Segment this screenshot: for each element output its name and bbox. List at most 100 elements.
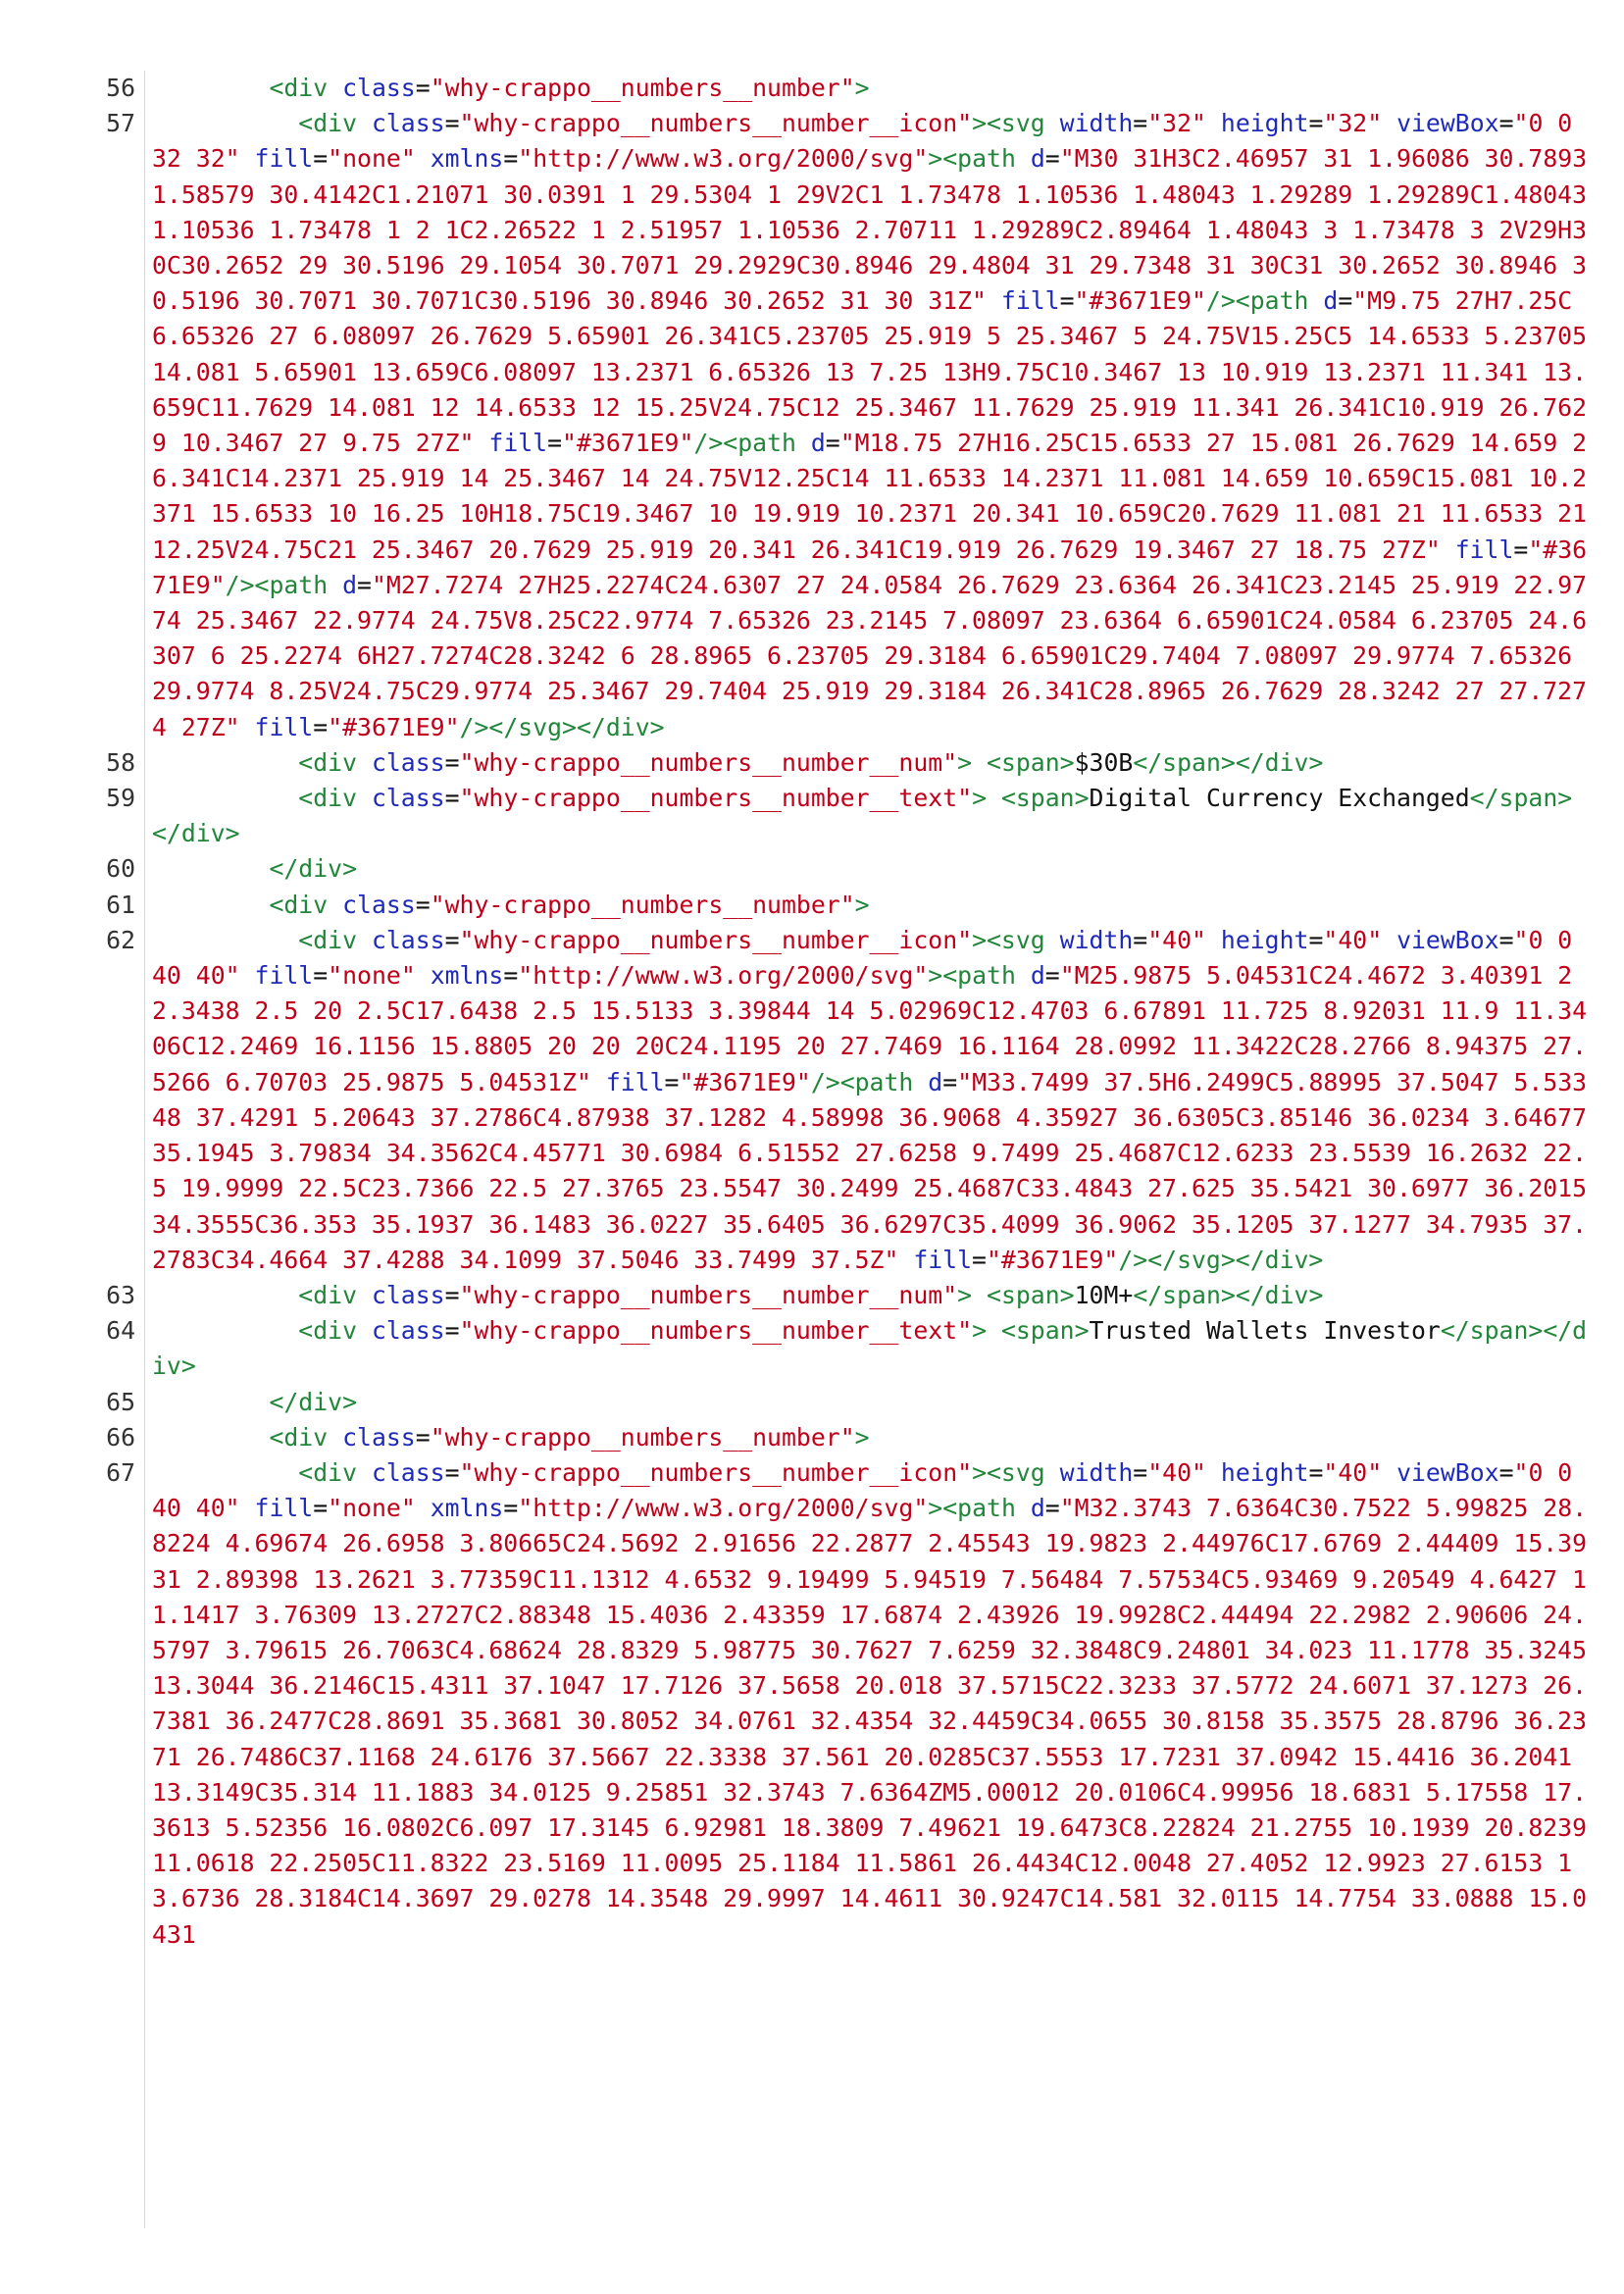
code-token: "why-crappo__numbers__number" (430, 74, 855, 102)
code-token: = (1308, 925, 1324, 954)
code-text: <div class="why-crappo__numbers__number_… (152, 781, 1594, 851)
code-token: ><path (928, 1494, 1031, 1523)
code-token: 10M+ (1074, 1280, 1134, 1309)
code-token: d (1323, 286, 1339, 316)
code-line: 58 <div class="why-crappo__numbers__numb… (0, 745, 1624, 781)
code-token: "40" (1147, 925, 1206, 954)
code-token: = (415, 890, 431, 919)
code-token: "none" (328, 961, 416, 991)
code-token: "M33.7499 37.5H6.2499C5.88995 37.5047 5.… (152, 1067, 1601, 1274)
code-token: $30B (1074, 747, 1134, 777)
code-token: = (503, 144, 519, 174)
code-token: Digital Currency Exchanged (1089, 784, 1470, 813)
code-token: width (1059, 925, 1134, 954)
code-token: class (371, 784, 445, 813)
code-token: class (371, 1316, 445, 1346)
line-number: 60 (106, 854, 135, 884)
code-token: class (342, 74, 416, 102)
code-text: <div class="why-crappo__numbers__number_… (152, 1455, 1594, 1953)
code-text: </div> (152, 1385, 1594, 1420)
code-token: <div (269, 1422, 343, 1452)
code-token: </div> (269, 854, 358, 884)
code-token: = (1308, 109, 1324, 138)
code-token: class (371, 925, 445, 954)
code-token: "#3671E9" (1074, 286, 1206, 316)
code-token: viewBox (1396, 109, 1499, 138)
code-token: height (1220, 109, 1309, 138)
code-token: = (1498, 109, 1514, 138)
code-text: <div class="why-crappo__numbers__number_… (152, 1278, 1594, 1313)
code-line: 67 <div class="why-crappo__numbers__numb… (0, 1455, 1624, 1953)
code-token: class (342, 1422, 416, 1452)
code-token: > (957, 1280, 973, 1309)
code-token: "M32.3743 7.6364C30.7522 5.99825 28.8224… (152, 1494, 1601, 1949)
code-token: d (1030, 1494, 1045, 1523)
code-token: "why-crappo__numbers__number__text" (459, 1316, 973, 1346)
code-token: = (444, 109, 460, 138)
code-token: > (854, 890, 870, 919)
code-token: <span> (1000, 784, 1090, 813)
code-token: = (825, 429, 840, 458)
line-number: 59 (106, 784, 135, 813)
code-token: /><path (810, 1067, 929, 1096)
code-token: /><path (693, 429, 811, 458)
code-token: class (371, 747, 445, 777)
code-token: xmlns (430, 961, 504, 991)
code-token: <div (298, 784, 372, 813)
code-token: <div (269, 890, 343, 919)
code-token: fill (1454, 535, 1514, 564)
code-token: = (1133, 1457, 1148, 1487)
code-token: d (928, 1067, 943, 1096)
code-text: <div class="why-crappo__numbers__number"… (152, 71, 1594, 106)
code-token: "http://www.w3.org/2000/svg" (518, 144, 929, 174)
code-line: 66 <div class="why-crappo__numbers__numb… (0, 1420, 1624, 1455)
code-token: "none" (328, 144, 416, 174)
code-token: <div (298, 1457, 372, 1487)
code-token: <span> (987, 747, 1075, 777)
code-token: fill (254, 961, 314, 991)
code-token: /><path (225, 570, 343, 599)
code-token: = (444, 1316, 460, 1346)
line-number: 62 (106, 925, 135, 954)
code-token: = (503, 961, 519, 991)
code-token: </div> (269, 1387, 358, 1416)
code-token: fill (913, 1245, 973, 1274)
line-number: 56 (106, 74, 135, 102)
code-token: ><path (928, 961, 1031, 991)
code-token: xmlns (430, 1494, 504, 1523)
code-token: = (1133, 109, 1148, 138)
code-token: "why-crappo__numbers__number__icon" (459, 1457, 973, 1487)
code-token: = (1498, 1457, 1514, 1487)
code-token: "#3671E9" (986, 1245, 1119, 1274)
code-token: viewBox (1396, 925, 1499, 954)
code-token: d (1030, 144, 1045, 174)
code-text: <div class="why-crappo__numbers__number"… (152, 1420, 1594, 1455)
code-text: <div class="why-crappo__numbers__number_… (152, 106, 1594, 745)
code-token: <div (298, 1316, 372, 1346)
code-token: = (444, 1280, 460, 1309)
code-token: = (415, 1422, 431, 1452)
code-token: d (810, 429, 826, 458)
code-text: <div class="why-crappo__numbers__number"… (152, 888, 1594, 923)
code-token: /></svg></div> (459, 712, 665, 741)
